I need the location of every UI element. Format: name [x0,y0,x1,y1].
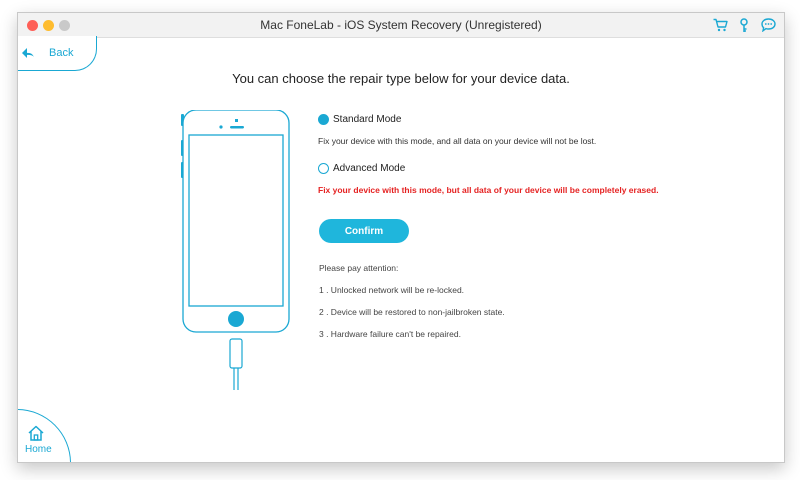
home-icon [27,424,45,442]
standard-mode-description: Fix your device with this mode, and all … [318,136,597,146]
advanced-mode-warning: Fix your device with this mode, but all … [318,185,659,195]
page-heading: You can choose the repair type below for… [232,71,570,86]
home-label: Home [25,444,52,455]
app-window: Mac FoneLab - iOS System Recovery (Unreg… [17,12,785,463]
advanced-mode-label: Advanced Mode [333,163,406,174]
note-item: 1 . Unlocked network will be re-locked. [319,285,465,295]
advanced-mode-option[interactable]: Advanced Mode [318,163,758,174]
repair-mode-options: Standard Mode Fix your device with this … [318,114,758,195]
advanced-mode-radio[interactable] [318,163,329,174]
key-icon[interactable] [736,16,752,34]
window-title: Mac FoneLab - iOS System Recovery (Unreg… [260,18,542,32]
back-button[interactable]: Back [18,36,97,71]
notes-title: Please pay attention: [319,263,399,273]
cart-icon[interactable] [712,16,728,34]
standard-mode-label: Standard Mode [333,114,402,125]
back-label: Back [49,47,74,59]
title-bar: Mac FoneLab - iOS System Recovery (Unreg… [18,13,784,38]
iphone-illustration [181,109,293,397]
note-item: 2 . Device will be restored to non-jailb… [319,307,505,317]
note-item: 3 . Hardware failure can't be repaired. [319,329,461,339]
chat-icon[interactable] [760,16,776,34]
standard-mode-option[interactable]: Standard Mode [318,114,758,125]
back-arrow-icon [20,45,36,61]
standard-mode-radio[interactable] [318,114,329,125]
attention-notes: Please pay attention: 1 . Unlocked netwo… [319,263,505,351]
home-button[interactable]: Home [18,409,71,462]
confirm-button[interactable]: Confirm [319,219,409,243]
